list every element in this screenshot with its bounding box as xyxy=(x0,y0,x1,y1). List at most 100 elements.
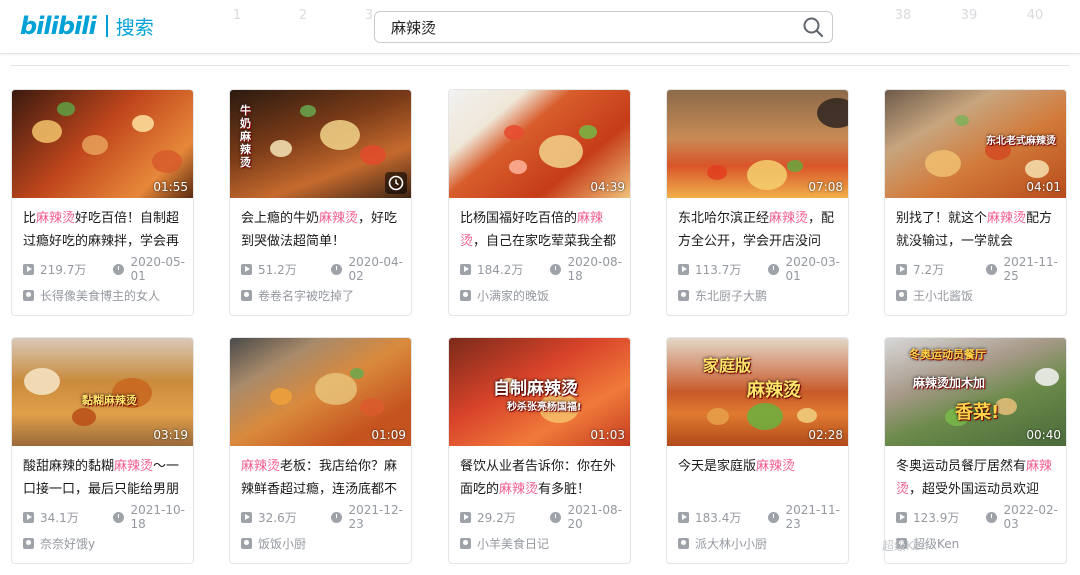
page-number[interactable]: 39 xyxy=(936,8,1002,23)
uploader-name[interactable]: 王小北酱饭 xyxy=(913,287,973,304)
video-thumbnail[interactable]: 01:09 xyxy=(230,338,411,446)
uploader-name[interactable]: 东北厨子大鹏 xyxy=(695,287,767,304)
pager-ghost-left: 1 2 3 xyxy=(204,8,402,23)
video-title[interactable]: 会上瘾的牛奶麻辣烫，好吃到哭做法超简单！ xyxy=(241,207,404,253)
watch-later-icon[interactable] xyxy=(385,172,407,194)
uploader-name[interactable]: 小满家的晚饭 xyxy=(477,287,549,304)
thumbnail-caption: 家庭版 xyxy=(703,356,752,375)
video-thumbnail[interactable]: 自制麻辣烫 秒杀张亮杨国福! 01:03 xyxy=(449,338,630,446)
thumbnail-food xyxy=(57,102,75,116)
search-input[interactable] xyxy=(375,12,795,42)
video-duration: 02:28 xyxy=(808,428,843,442)
video-thumbnail[interactable]: 东北老式麻辣烫 04:01 xyxy=(885,90,1066,198)
video-duration: 01:55 xyxy=(153,180,188,194)
video-thumbnail[interactable]: 冬奥运动员餐厅 麻辣烫加木加 香菜! 00:40 xyxy=(885,338,1066,446)
thumbnail-food xyxy=(315,373,357,405)
thumbnail-caption: 秒杀张亮杨国福! xyxy=(507,402,582,413)
uploader-icon xyxy=(460,289,471,301)
uploader[interactable]: 派大林小小厨 xyxy=(678,534,843,552)
video-card[interactable]: 01:55 比麻辣烫好吃百倍！自制超过瘾好吃的麻辣拌，学会再 219.7万 2020-… xyxy=(11,89,194,316)
uploader-name[interactable]: 饭饭小厨 xyxy=(258,535,306,552)
video-title[interactable]: 今天是家庭版麻辣烫 xyxy=(678,455,841,501)
title-keyword-highlight: 麻辣烫 xyxy=(499,482,539,497)
video-title[interactable]: 酸甜麻辣的黏糊麻辣烫～一口接一口，最后只能给男朋 xyxy=(23,455,186,501)
video-card[interactable]: 冬奥运动员餐厅 麻辣烫加木加 香菜! 00:40 冬奥运动员餐厅居然有麻辣烫，超受外国运… xyxy=(884,337,1067,564)
bilibili-logo[interactable]: bilibili xyxy=(20,12,97,40)
clock-icon xyxy=(986,263,998,275)
video-title[interactable]: 冬奥运动员餐厅居然有麻辣烫，超受外国运动员欢迎 xyxy=(896,455,1059,501)
title-text: 东北哈尔滨正经 xyxy=(678,211,770,226)
video-stats: 32.6万 2021-12-23 xyxy=(241,503,411,531)
video-thumbnail[interactable]: 家庭版 麻辣烫 02:28 xyxy=(667,338,848,446)
logo-area[interactable]: bilibili 搜索 xyxy=(20,8,154,44)
page-number[interactable]: 38 xyxy=(870,8,936,23)
uploader-name[interactable]: 派大林小小厨 xyxy=(695,535,767,552)
video-title[interactable]: 比杨国福好吃百倍的麻辣烫，自己在家吃荤菜我全都 xyxy=(460,207,623,253)
upload-date: 2020-08-18 xyxy=(567,255,622,283)
play-count-icon xyxy=(241,263,252,275)
thumbnail-food xyxy=(152,150,182,173)
view-count: 113.7万 xyxy=(695,262,742,277)
title-text: 酸甜麻辣的黏糊 xyxy=(23,459,115,474)
uploader-icon xyxy=(23,537,34,549)
video-card[interactable]: 04:39 比杨国福好吃百倍的麻辣烫，自己在家吃荤菜我全都 184.2万 2020-0… xyxy=(448,89,631,316)
uploader[interactable]: 奈奈好饿y xyxy=(23,534,188,552)
video-title[interactable]: 比麻辣烫好吃百倍！自制超过瘾好吃的麻辣拌，学会再 xyxy=(23,207,186,253)
video-thumbnail[interactable]: 07:08 xyxy=(667,90,848,198)
uploader-name[interactable]: 奈奈好饿y xyxy=(40,535,95,552)
video-card[interactable]: 东北老式麻辣烫 04:01 别找了！就这个麻辣烫配方就没输过，一学就会 7.2万 202… xyxy=(884,89,1067,316)
video-thumbnail[interactable]: 牛奶麻辣烫 xyxy=(230,90,411,198)
uploader[interactable]: 饭饭小厨 xyxy=(241,534,406,552)
clock-icon xyxy=(331,511,343,523)
uploader-name[interactable]: 小羊美食日记 xyxy=(477,535,549,552)
video-thumbnail[interactable]: 04:39 xyxy=(449,90,630,198)
video-thumbnail[interactable]: 黏糊麻辣烫 03:19 xyxy=(12,338,193,446)
thumbnail-caption: 黏糊麻辣烫 xyxy=(82,394,137,407)
uploader[interactable]: 小满家的晚饭 xyxy=(460,286,625,304)
uploader[interactable]: 长得像美食博主的女人 xyxy=(23,286,188,304)
video-card[interactable]: 01:09 麻辣烫老板：我店给你？麻辣鲜香超过瘾，连汤底都不 32.6万 2021-1… xyxy=(229,337,412,564)
thumbnail-food xyxy=(132,115,154,132)
video-title[interactable]: 餐饮从业者告诉你：你在外面吃的麻辣烫有多脏！ xyxy=(460,455,623,501)
video-card[interactable]: 07:08 东北哈尔滨正经麻辣烫，配方全公开，学会开店没问 113.7万 2020-0… xyxy=(666,89,849,316)
video-title[interactable]: 别找了！就这个麻辣烫配方就没输过，一学就会 xyxy=(896,207,1059,253)
page-number[interactable]: 2 xyxy=(270,8,336,23)
thumbnail-food xyxy=(797,408,817,423)
uploader[interactable]: 小羊美食日记 xyxy=(460,534,625,552)
uploader-name[interactable]: 卷卷名字被吃掉了 xyxy=(258,287,354,304)
thumbnail-food xyxy=(955,115,969,126)
search-icon[interactable] xyxy=(802,16,824,38)
view-count: 32.6万 xyxy=(258,510,297,525)
video-card[interactable]: 自制麻辣烫 秒杀张亮杨国福! 01:03 餐饮从业者告诉你：你在外面吃的麻辣烫有多脏！… xyxy=(448,337,631,564)
page-number[interactable]: 1 xyxy=(204,8,270,23)
uploader-name[interactable]: 长得像美食博主的女人 xyxy=(40,287,160,304)
title-keyword-highlight: 麻辣烫 xyxy=(769,211,809,226)
play-count-icon xyxy=(23,511,34,523)
play-count-icon xyxy=(678,511,689,523)
play-count-icon xyxy=(241,511,252,523)
video-title[interactable]: 麻辣烫老板：我店给你？麻辣鲜香超过瘾，连汤底都不 xyxy=(241,455,404,501)
uploader[interactable]: 东北厨子大鹏 xyxy=(678,286,843,304)
clock-icon xyxy=(768,511,780,523)
video-title[interactable]: 东北哈尔滨正经麻辣烫，配方全公开，学会开店没问 xyxy=(678,207,841,253)
title-text: 比杨国福好吃百倍的 xyxy=(460,211,578,226)
uploader[interactable]: 王小北酱饭 xyxy=(896,286,1061,304)
video-duration: 07:08 xyxy=(808,180,843,194)
thumbnail-caption: 香菜! xyxy=(955,402,1000,423)
video-card[interactable]: 家庭版 麻辣烫 02:28 今天是家庭版麻辣烫 183.4万 2021-11-23 派大林小… xyxy=(666,337,849,564)
video-card[interactable]: 黏糊麻辣烫 03:19 酸甜麻辣的黏糊麻辣烫～一口接一口，最后只能给男朋 34.1万 2… xyxy=(11,337,194,564)
thumbnail-food xyxy=(32,120,62,143)
content-divider xyxy=(10,65,1070,66)
clock-icon xyxy=(331,263,343,275)
thumbnail-food xyxy=(360,398,384,416)
uploader-icon xyxy=(23,289,34,301)
page-number[interactable]: 40 xyxy=(1002,8,1068,23)
pager-ghost-right: 38 39 40 xyxy=(870,8,1068,23)
play-count-icon xyxy=(896,511,907,523)
upload-date: 2020-03-01 xyxy=(785,255,840,283)
clock-icon xyxy=(768,263,780,275)
video-thumbnail[interactable]: 01:55 xyxy=(12,90,193,198)
upload-date: 2021-08-20 xyxy=(567,503,622,531)
uploader[interactable]: 卷卷名字被吃掉了 xyxy=(241,286,406,304)
video-card[interactable]: 牛奶麻辣烫 会上瘾的牛奶麻辣烫，好吃到哭做法超简单！ 51.2万 2020-04-02… xyxy=(229,89,412,316)
